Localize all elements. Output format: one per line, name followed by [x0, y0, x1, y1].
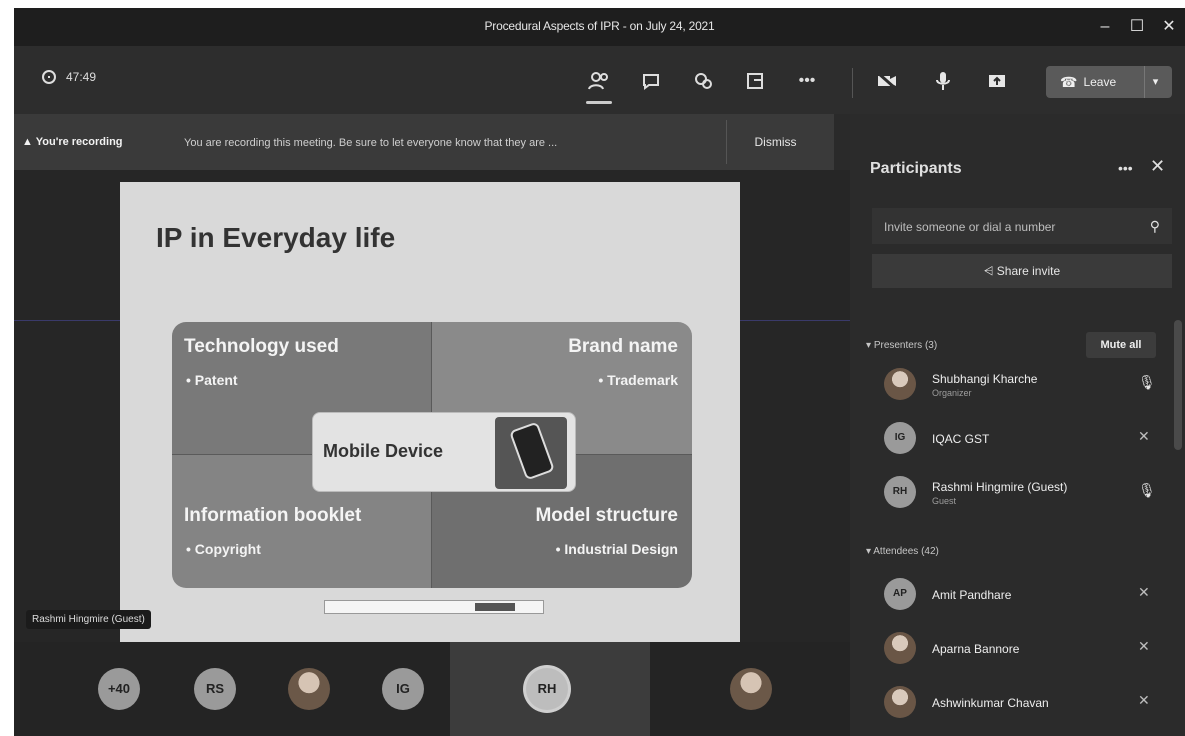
title-bar: Procedural Aspects of IPR - on July 24, …: [14, 8, 1185, 46]
shared-content-stage: IP in Everyday life Technology used • Pa…: [14, 170, 850, 648]
avatar: IG: [884, 422, 916, 454]
overflow-avatar[interactable]: +40: [98, 668, 140, 710]
more-icon[interactable]: •••: [1118, 160, 1133, 176]
participant-row[interactable]: Ashwinkumar Chavan ✕: [870, 680, 1166, 726]
maximize-button[interactable]: ☐: [1122, 14, 1152, 40]
mic-off-icon: ✕: [1138, 428, 1150, 444]
mic-off-icon: ✕: [1138, 638, 1150, 654]
avatar-rs[interactable]: RS: [194, 668, 236, 710]
mic-icon: 🎙: [1138, 482, 1156, 498]
avatar-rh[interactable]: RH: [526, 668, 568, 710]
presentation-slide: IP in Everyday life Technology used • Pa…: [120, 182, 740, 648]
meeting-timer: 47:49: [42, 70, 96, 84]
invite-search-input[interactable]: Invite someone or dial a number ⚲: [872, 208, 1172, 244]
window-title: Procedural Aspects of IPR - on July 24, …: [484, 19, 715, 33]
presenter-name-tag: Rashmi Hingmire (Guest): [26, 610, 151, 629]
share-icon: ⩤: [983, 264, 994, 278]
sharing-notification-bar: [324, 600, 544, 614]
chevron-down-icon: ▾: [866, 340, 872, 351]
recording-message: You are recording this meeting. Be sure …: [184, 137, 558, 149]
mute-all-button[interactable]: Mute all: [1086, 332, 1156, 358]
panel-title: Participants: [870, 160, 962, 177]
presenters-label: Presenters (3): [873, 340, 938, 351]
cell-item: • Trademark: [598, 372, 678, 388]
mic-icon[interactable]: [928, 66, 958, 96]
rooms-icon[interactable]: [740, 66, 770, 96]
participant-name: Rashmi Hingmire (Guest): [932, 480, 1068, 494]
warning-icon: ▲: [22, 136, 33, 148]
cell-item: • Industrial Design: [555, 541, 678, 557]
recording-banner-title: ▲ You're recording: [22, 136, 123, 148]
leave-button[interactable]: ☎ Leave ▾: [1046, 66, 1172, 98]
teams-meeting-window: Procedural Aspects of IPR - on July 24, …: [14, 8, 1185, 736]
cell-item: • Patent: [186, 372, 238, 388]
participants-panel: Participants ••• ✕ Invite someone or dia…: [850, 114, 1185, 736]
cell-heading: Information booklet: [184, 505, 362, 526]
avatar: AP: [884, 578, 916, 610]
people-icon[interactable]: [584, 66, 614, 104]
share-invite-label: Share invite: [996, 264, 1061, 278]
cell-heading: Brand name: [568, 336, 678, 357]
attendees-label: Attendees (42): [873, 546, 939, 557]
mobile-phone-icon: [495, 417, 567, 489]
dismiss-button[interactable]: Dismiss: [726, 120, 824, 164]
participant-row[interactable]: RH Rashmi Hingmire (Guest) Guest 🎙: [870, 470, 1166, 516]
timer-text: 47:49: [66, 70, 97, 84]
avatar-ig[interactable]: IG: [382, 668, 424, 710]
clock-icon: [42, 70, 56, 84]
close-window-button[interactable]: ✕: [1154, 14, 1184, 40]
avatar-photo[interactable]: [288, 668, 330, 710]
presenters-section-header[interactable]: ▾ Presenters (3): [866, 340, 937, 351]
leave-label: Leave: [1083, 75, 1117, 89]
avatar: [884, 632, 916, 664]
more-icon[interactable]: •••: [792, 66, 822, 96]
recording-banner: ▲ You're recording You are recording thi…: [14, 114, 834, 170]
participant-row[interactable]: Shubhangi Kharche Organizer 🎙: [870, 362, 1166, 408]
chat-icon[interactable]: [636, 66, 666, 96]
share-invite-button[interactable]: ⩤ Share invite: [872, 254, 1172, 288]
cell-heading: Model structure: [535, 505, 678, 526]
cell-item: • Copyright: [186, 541, 261, 557]
center-label: Mobile Device: [323, 441, 444, 461]
recording-title-text: You're recording: [35, 136, 123, 148]
invite-placeholder: Invite someone or dial a number: [884, 220, 1056, 234]
share-tray-icon[interactable]: [982, 66, 1012, 96]
participant-role: Guest: [932, 496, 957, 506]
mic-off-icon: ✕: [1138, 692, 1150, 708]
participant-name: Shubhangi Kharche: [932, 372, 1038, 386]
toolbar-divider: [852, 68, 853, 98]
avatar-photo[interactable]: [730, 668, 772, 710]
attendees-section-header[interactable]: ▾ Attendees (42): [866, 546, 939, 557]
participant-strip: +40 RS IG RH: [14, 642, 850, 736]
participant-row[interactable]: Aparna Bannore ✕: [870, 626, 1166, 672]
search-icon: ⚲: [1149, 218, 1160, 234]
minimize-button[interactable]: –: [1090, 14, 1120, 40]
avatar: RH: [884, 476, 916, 508]
slide-title: IP in Everyday life: [156, 222, 396, 253]
participant-name: Ashwinkumar Chavan: [932, 696, 1049, 710]
camera-off-icon[interactable]: [872, 66, 902, 96]
avatar: [884, 686, 916, 718]
participant-row[interactable]: IG IQAC GST ✕: [870, 416, 1166, 462]
participant-name: Amit Pandhare: [932, 588, 1012, 602]
mic-icon: 🎙: [1138, 374, 1156, 390]
participant-name: Aparna Bannore: [932, 642, 1020, 656]
close-icon[interactable]: ✕: [1150, 156, 1165, 177]
slide-center-box: Mobile Device: [312, 412, 576, 492]
participant-name: IQAC GST: [932, 432, 990, 446]
avatar: [884, 368, 916, 400]
panel-scrollbar[interactable]: [1174, 320, 1182, 450]
mic-off-icon: ✕: [1138, 584, 1150, 600]
meeting-toolbar: 47:49 ••• ☎ Leave ▾: [14, 46, 1185, 114]
phone-hangup-icon: ☎: [1060, 73, 1078, 90]
participant-row[interactable]: AP Amit Pandhare ✕: [870, 572, 1166, 618]
participant-role: Organizer: [932, 388, 972, 398]
cell-heading: Technology used: [184, 336, 339, 357]
react-icon[interactable]: [688, 66, 718, 96]
stop-sharing-button[interactable]: [475, 603, 515, 611]
chevron-down-icon: ▾: [866, 546, 872, 557]
chevron-down-icon[interactable]: ▾: [1144, 66, 1166, 98]
